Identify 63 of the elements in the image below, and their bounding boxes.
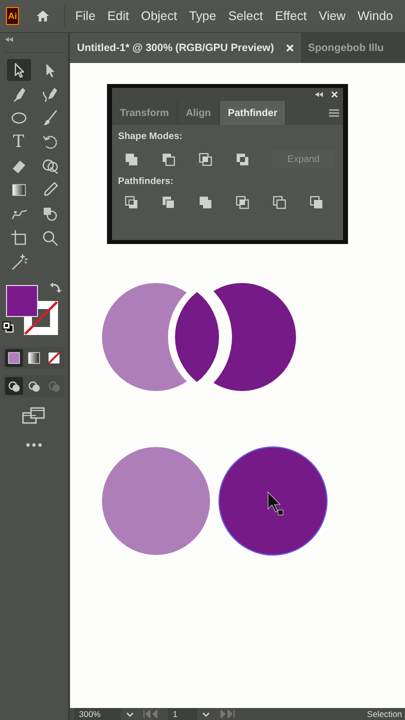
menu-item[interactable]: Type bbox=[189, 9, 216, 23]
status-text: Selection bbox=[367, 709, 403, 719]
minus-front-icon[interactable] bbox=[161, 152, 176, 166]
draw-mode-button[interactable] bbox=[5, 377, 23, 395]
menu-item[interactable]: Edit bbox=[107, 9, 129, 23]
menu-item[interactable]: File bbox=[75, 9, 96, 23]
panel-tab[interactable]: Transform bbox=[112, 101, 178, 125]
page-field[interactable]: 1 bbox=[168, 708, 198, 720]
menu-item[interactable]: View bbox=[318, 9, 346, 23]
light-circle[interactable] bbox=[102, 447, 210, 555]
draw-normal-icon bbox=[8, 380, 20, 392]
menu-item[interactable]: Select bbox=[228, 9, 263, 23]
shape-builder-icon bbox=[40, 157, 58, 175]
menu-item[interactable]: Windo bbox=[358, 9, 394, 23]
rotate-icon bbox=[40, 133, 58, 151]
document-tab[interactable]: Untitled-1* @ 300% (RGB/GPU Preview) bbox=[70, 33, 301, 63]
shapes-icon bbox=[40, 205, 58, 223]
trim-icon[interactable] bbox=[161, 195, 176, 210]
color-mode-button[interactable] bbox=[45, 349, 63, 367]
caret-icon[interactable] bbox=[126, 712, 134, 716]
tool-button[interactable]: T bbox=[6, 131, 30, 153]
caret-icon[interactable] bbox=[202, 712, 210, 716]
color-mode-button[interactable] bbox=[5, 349, 23, 367]
draw-behind-icon bbox=[28, 380, 40, 392]
outline-icon[interactable] bbox=[272, 195, 287, 210]
more-icon[interactable] bbox=[26, 443, 42, 447]
menu-item[interactable]: Object bbox=[140, 9, 178, 23]
magic-wand-icon bbox=[10, 253, 28, 271]
exclude-icon[interactable] bbox=[235, 152, 250, 166]
gradient-icon bbox=[10, 181, 28, 199]
section-label: Shape Modes: bbox=[118, 131, 184, 142]
default-colors-icon[interactable] bbox=[2, 321, 14, 333]
artboard-icon bbox=[10, 229, 28, 247]
zoom-icon bbox=[40, 229, 58, 247]
close-icon[interactable] bbox=[286, 44, 294, 52]
intersect-icon[interactable] bbox=[198, 152, 213, 166]
collapse-icon[interactable] bbox=[315, 92, 323, 97]
color-mode-button[interactable] bbox=[25, 349, 43, 367]
none-mode-icon bbox=[47, 351, 61, 365]
draw-inside-icon bbox=[48, 380, 60, 392]
minus-back-icon[interactable] bbox=[309, 195, 324, 210]
divide-icon[interactable] bbox=[124, 195, 139, 210]
screen-mode-icon[interactable] bbox=[22, 407, 46, 425]
app-logo[interactable]: Ai bbox=[6, 7, 19, 25]
unite-icon[interactable] bbox=[124, 152, 139, 166]
cursor-icon bbox=[268, 491, 284, 516]
swap-icon[interactable] bbox=[50, 281, 62, 293]
selected-circle[interactable] bbox=[218, 446, 328, 556]
crop-icon[interactable] bbox=[235, 195, 250, 210]
zoom-field[interactable]: 300% bbox=[74, 708, 121, 720]
menu-item[interactable]: Effect bbox=[274, 9, 307, 23]
close-icon[interactable] bbox=[331, 91, 338, 98]
section-label: Pathfinders: bbox=[118, 176, 174, 187]
menu-icon[interactable] bbox=[329, 109, 339, 117]
panel-tab[interactable]: Pathfinder bbox=[220, 101, 286, 125]
curvature-pen-icon bbox=[40, 85, 58, 103]
color-mode-icon bbox=[7, 351, 21, 365]
fill-swatch[interactable] bbox=[6, 285, 38, 317]
gradient-mode-icon bbox=[27, 351, 41, 365]
merge-icon[interactable] bbox=[198, 195, 213, 210]
document-tab[interactable]: Spongebob Illu bbox=[300, 33, 391, 63]
collapse-icon[interactable] bbox=[5, 37, 13, 42]
tool-button[interactable] bbox=[6, 59, 30, 81]
